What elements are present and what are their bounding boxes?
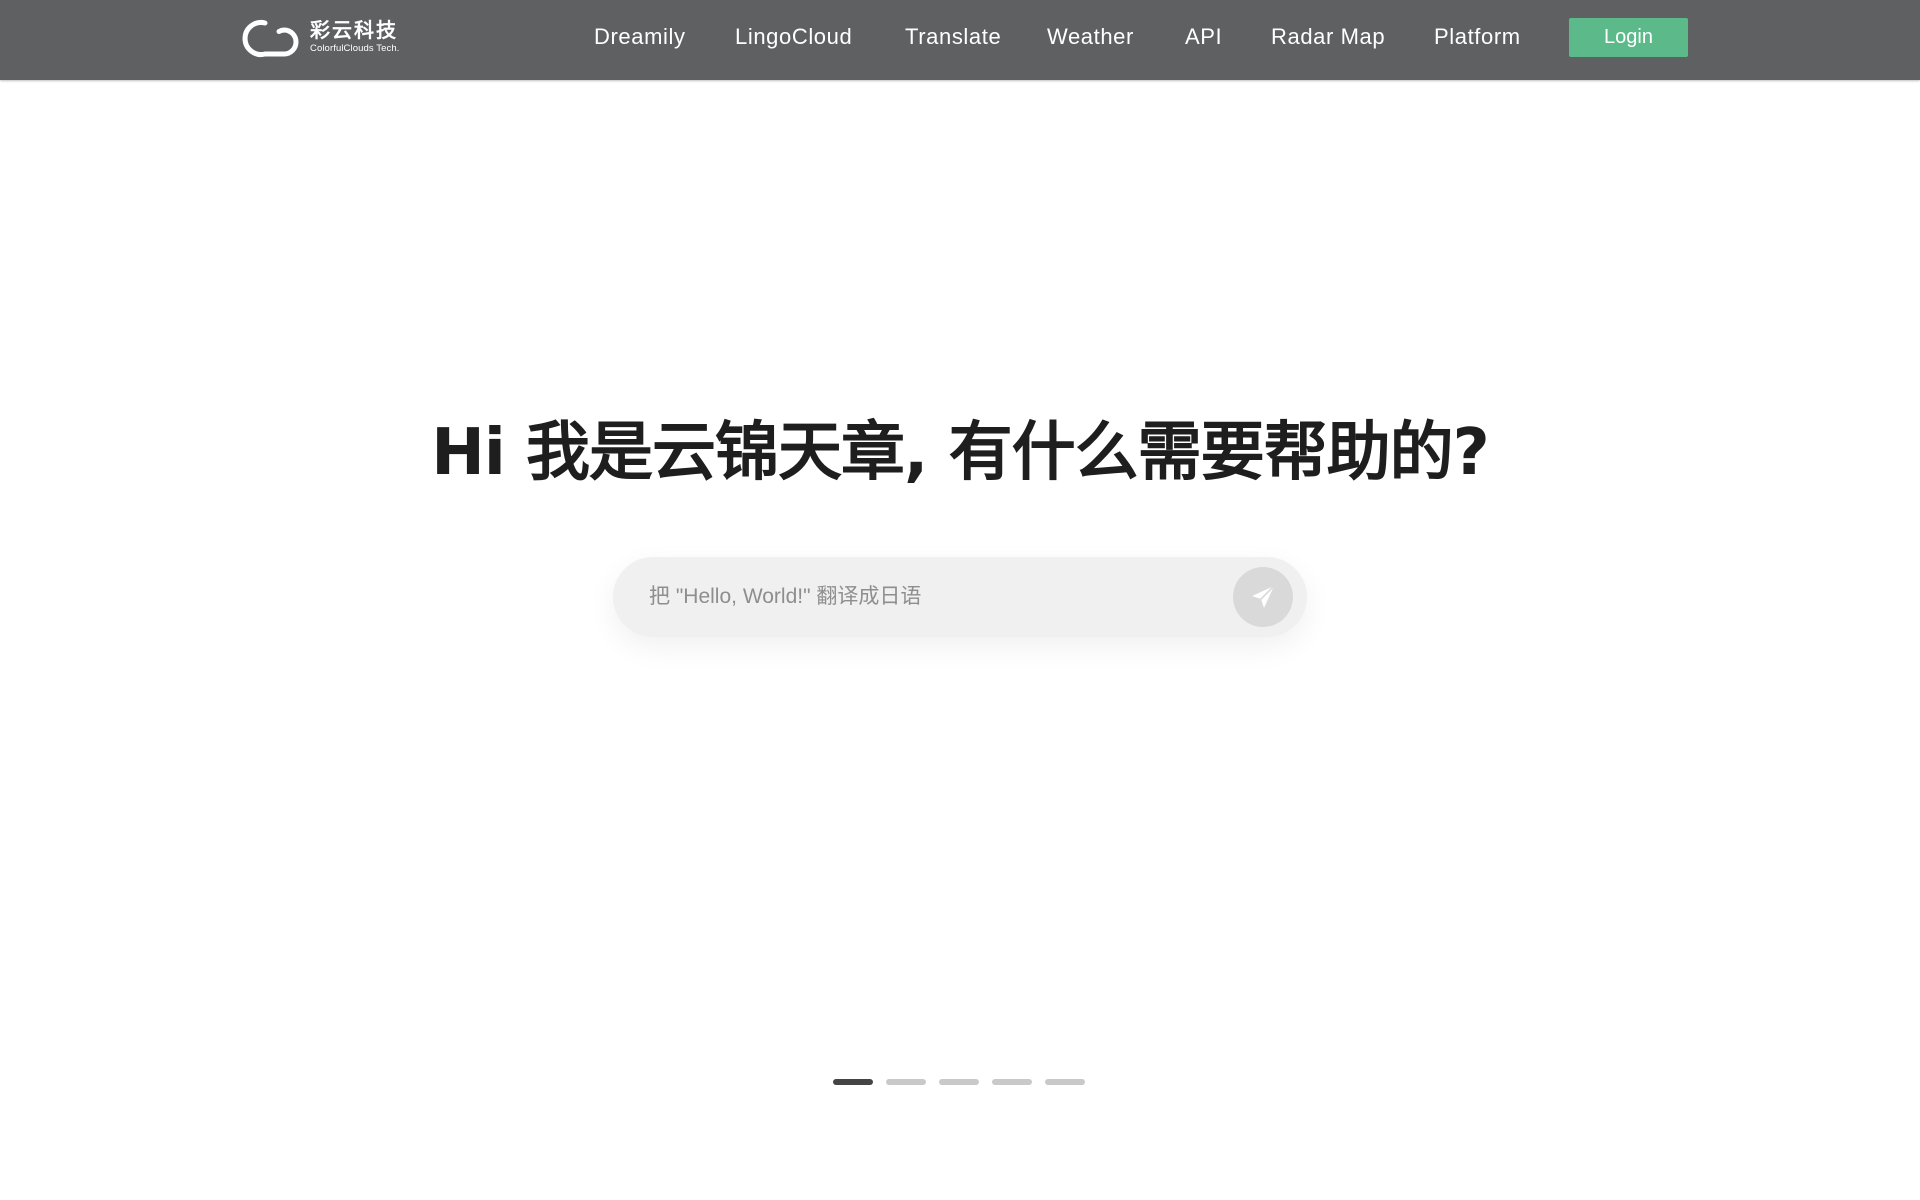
carousel-dot-4[interactable] — [992, 1079, 1032, 1085]
carousel-dot-2[interactable] — [886, 1079, 926, 1085]
nav-link-lingocloud[interactable]: LingoCloud — [735, 22, 852, 52]
nav-link-platform[interactable]: Platform — [1434, 22, 1521, 52]
hero-title: Hi 我是云锦天章, 有什么需要帮助的? — [431, 416, 1490, 490]
nav-link-dreamily[interactable]: Dreamily — [594, 22, 686, 52]
carousel-dot-1[interactable] — [833, 1079, 873, 1085]
carousel-dot-5[interactable] — [1045, 1079, 1085, 1085]
nav-link-api[interactable]: API — [1185, 22, 1222, 52]
prompt-box — [613, 557, 1307, 637]
top-navbar: 彩云科技 ColorfulClouds Tech. Dreamily Lingo… — [0, 0, 1920, 80]
carousel-dot-3[interactable] — [939, 1079, 979, 1085]
nav-link-translate[interactable]: Translate — [905, 22, 1001, 52]
carousel-pagination — [833, 1079, 1085, 1085]
send-button[interactable] — [1233, 567, 1293, 627]
prompt-input[interactable] — [649, 577, 1209, 617]
send-icon — [1252, 585, 1275, 608]
nav-link-radar-map[interactable]: Radar Map — [1271, 22, 1385, 52]
login-button[interactable]: Login — [1569, 18, 1688, 57]
nav-link-weather[interactable]: Weather — [1047, 22, 1134, 52]
